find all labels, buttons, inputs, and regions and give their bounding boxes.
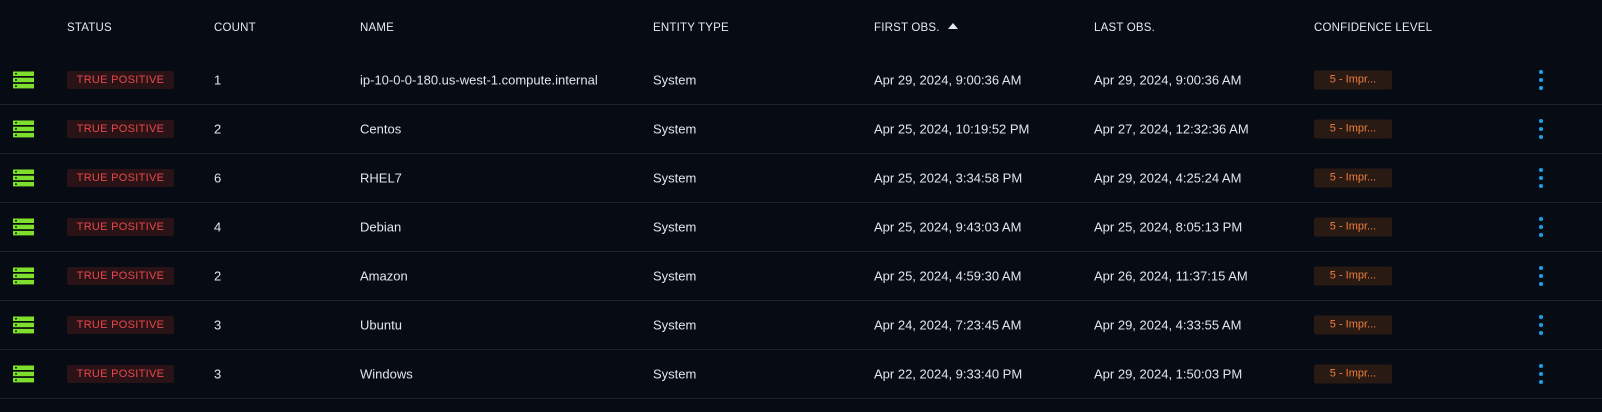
first-obs-cell: Apr 25, 2024, 3:34:58 PM	[874, 170, 1023, 186]
more-options-icon[interactable]	[1534, 265, 1548, 287]
entity-type-cell: System	[653, 366, 697, 382]
column-header-first-obs[interactable]: FIRST OBS.	[874, 22, 958, 34]
server-icon	[13, 365, 34, 383]
confidence-badge: 5 - Impr...	[1314, 266, 1392, 286]
table-row[interactable]: TRUE POSITIVE 2 Amazon System Apr 25, 20…	[0, 252, 1602, 301]
confidence-badge: 5 - Impr...	[1314, 364, 1392, 384]
first-obs-cell: Apr 22, 2024, 9:33:40 PM	[874, 366, 1023, 382]
status-badge: TRUE POSITIVE	[67, 267, 174, 285]
server-icon	[13, 267, 34, 285]
server-icon	[13, 218, 34, 236]
server-icon	[13, 120, 34, 138]
server-icon	[13, 169, 34, 187]
last-obs-cell: Apr 29, 2024, 9:00:36 AM	[1094, 72, 1242, 88]
server-icon	[13, 71, 34, 89]
table-row[interactable]: TRUE POSITIVE 4 Debian System Apr 25, 20…	[0, 203, 1602, 252]
confidence-badge: 5 - Impr...	[1314, 315, 1392, 335]
count-cell: 3	[214, 317, 222, 333]
confidence-badge: 5 - Impr...	[1314, 119, 1392, 139]
column-header-last-obs[interactable]: LAST OBS.	[1094, 22, 1155, 34]
more-options-icon[interactable]	[1534, 363, 1548, 385]
table-body: TRUE POSITIVE 1 ip-10-0-0-180.us-west-1.…	[0, 56, 1602, 399]
table-row[interactable]: TRUE POSITIVE 3 Windows System Apr 22, 2…	[0, 350, 1602, 399]
server-icon	[13, 316, 34, 334]
last-obs-cell: Apr 29, 2024, 4:33:55 AM	[1094, 317, 1242, 333]
name-cell[interactable]: Amazon	[360, 269, 408, 284]
table-row[interactable]: TRUE POSITIVE 3 Ubuntu System Apr 24, 20…	[0, 301, 1602, 350]
column-header-entity-type[interactable]: ENTITY TYPE	[653, 22, 729, 34]
more-options-icon[interactable]	[1534, 118, 1548, 140]
first-obs-cell: Apr 25, 2024, 9:43:03 AM	[874, 219, 1022, 235]
first-obs-cell: Apr 24, 2024, 7:23:45 AM	[874, 317, 1022, 333]
table-row[interactable]: TRUE POSITIVE 1 ip-10-0-0-180.us-west-1.…	[0, 56, 1602, 105]
more-options-icon[interactable]	[1534, 167, 1548, 189]
table-row[interactable]: TRUE POSITIVE 2 Centos System Apr 25, 20…	[0, 105, 1602, 154]
column-header-name[interactable]: NAME	[360, 22, 394, 34]
status-badge: TRUE POSITIVE	[67, 316, 174, 334]
confidence-badge: 5 - Impr...	[1314, 217, 1392, 237]
observations-table: STATUS COUNT NAME ENTITY TYPE FIRST OBS.…	[0, 0, 1602, 399]
entity-type-cell: System	[653, 268, 697, 284]
count-cell: 2	[214, 121, 222, 137]
more-options-icon[interactable]	[1534, 314, 1548, 336]
name-cell[interactable]: RHEL7	[360, 171, 402, 186]
count-cell: 1	[214, 72, 222, 88]
column-header-status[interactable]: STATUS	[67, 22, 112, 34]
column-header-first-obs-label: FIRST OBS.	[874, 22, 940, 34]
status-badge: TRUE POSITIVE	[67, 120, 174, 138]
name-cell[interactable]: Windows	[360, 367, 413, 382]
entity-type-cell: System	[653, 72, 697, 88]
name-cell[interactable]: ip-10-0-0-180.us-west-1.compute.internal	[360, 73, 598, 88]
last-obs-cell: Apr 25, 2024, 8:05:13 PM	[1094, 219, 1243, 235]
last-obs-cell: Apr 26, 2024, 11:37:15 AM	[1094, 268, 1248, 284]
count-cell: 4	[214, 219, 222, 235]
status-badge: TRUE POSITIVE	[67, 169, 174, 187]
more-options-icon[interactable]	[1534, 69, 1548, 91]
entity-type-cell: System	[653, 219, 697, 235]
confidence-badge: 5 - Impr...	[1314, 168, 1392, 188]
name-cell[interactable]: Ubuntu	[360, 318, 402, 333]
last-obs-cell: Apr 27, 2024, 12:32:36 AM	[1094, 121, 1249, 137]
sort-ascending-icon[interactable]	[947, 23, 958, 29]
status-badge: TRUE POSITIVE	[67, 365, 174, 383]
count-cell: 3	[214, 366, 222, 382]
confidence-badge: 5 - Impr...	[1314, 70, 1392, 90]
first-obs-cell: Apr 29, 2024, 9:00:36 AM	[874, 72, 1022, 88]
entity-type-cell: System	[653, 170, 697, 186]
column-header-confidence[interactable]: CONFIDENCE LEVEL	[1314, 22, 1432, 34]
entity-type-cell: System	[653, 317, 697, 333]
first-obs-cell: Apr 25, 2024, 4:59:30 AM	[874, 268, 1022, 284]
status-badge: TRUE POSITIVE	[67, 71, 174, 89]
name-cell[interactable]: Centos	[360, 122, 401, 137]
more-options-icon[interactable]	[1534, 216, 1548, 238]
column-header-count[interactable]: COUNT	[214, 22, 256, 34]
count-cell: 2	[214, 268, 222, 284]
first-obs-cell: Apr 25, 2024, 10:19:52 PM	[874, 121, 1030, 137]
table-row[interactable]: TRUE POSITIVE 6 RHEL7 System Apr 25, 202…	[0, 154, 1602, 203]
name-cell[interactable]: Debian	[360, 220, 401, 235]
table-header: STATUS COUNT NAME ENTITY TYPE FIRST OBS.…	[0, 0, 1602, 56]
entity-type-cell: System	[653, 121, 697, 137]
count-cell: 6	[214, 170, 222, 186]
status-badge: TRUE POSITIVE	[67, 218, 174, 236]
last-obs-cell: Apr 29, 2024, 1:50:03 PM	[1094, 366, 1243, 382]
last-obs-cell: Apr 29, 2024, 4:25:24 AM	[1094, 170, 1242, 186]
